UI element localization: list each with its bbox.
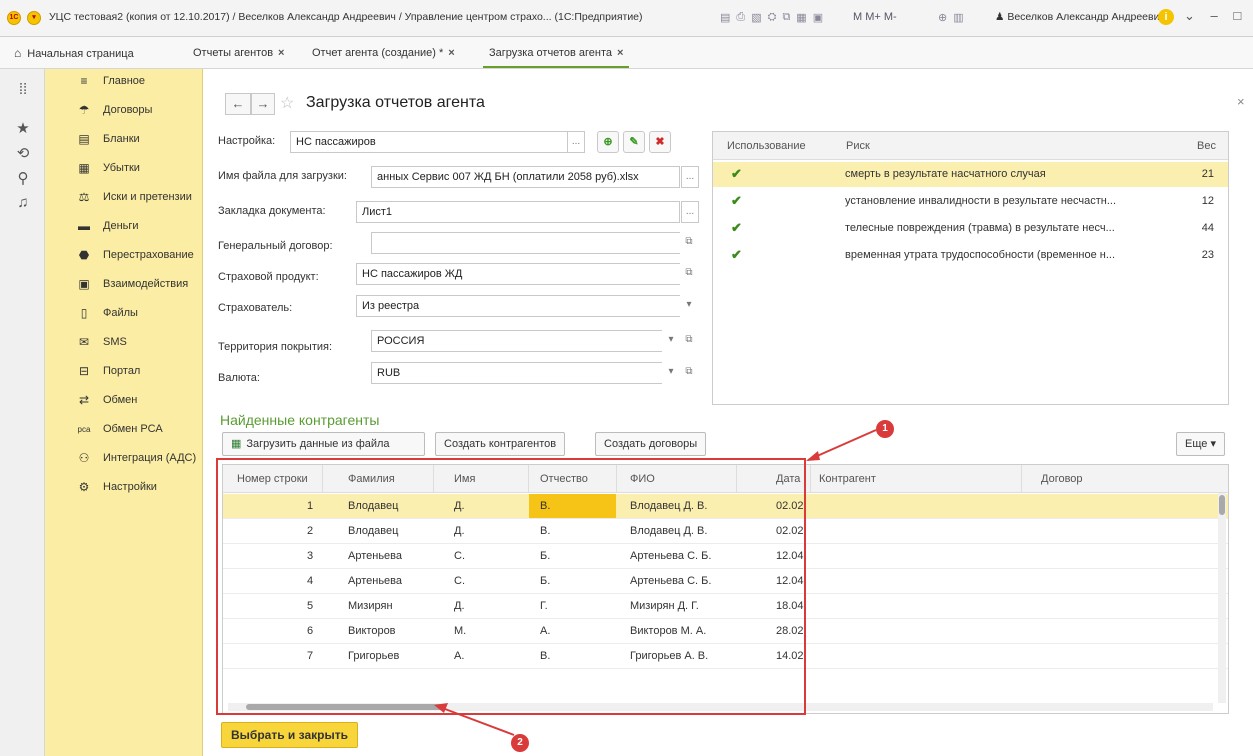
annotation-arrowhead-1 bbox=[806, 451, 820, 461]
annotation-badge-1: 1 bbox=[876, 420, 894, 438]
annotation-arrowhead-2 bbox=[434, 703, 448, 713]
annotation-badge-2: 2 bbox=[511, 734, 529, 752]
annotation-arrows bbox=[434, 429, 877, 736]
annotation-arrow-2 bbox=[436, 705, 515, 736]
